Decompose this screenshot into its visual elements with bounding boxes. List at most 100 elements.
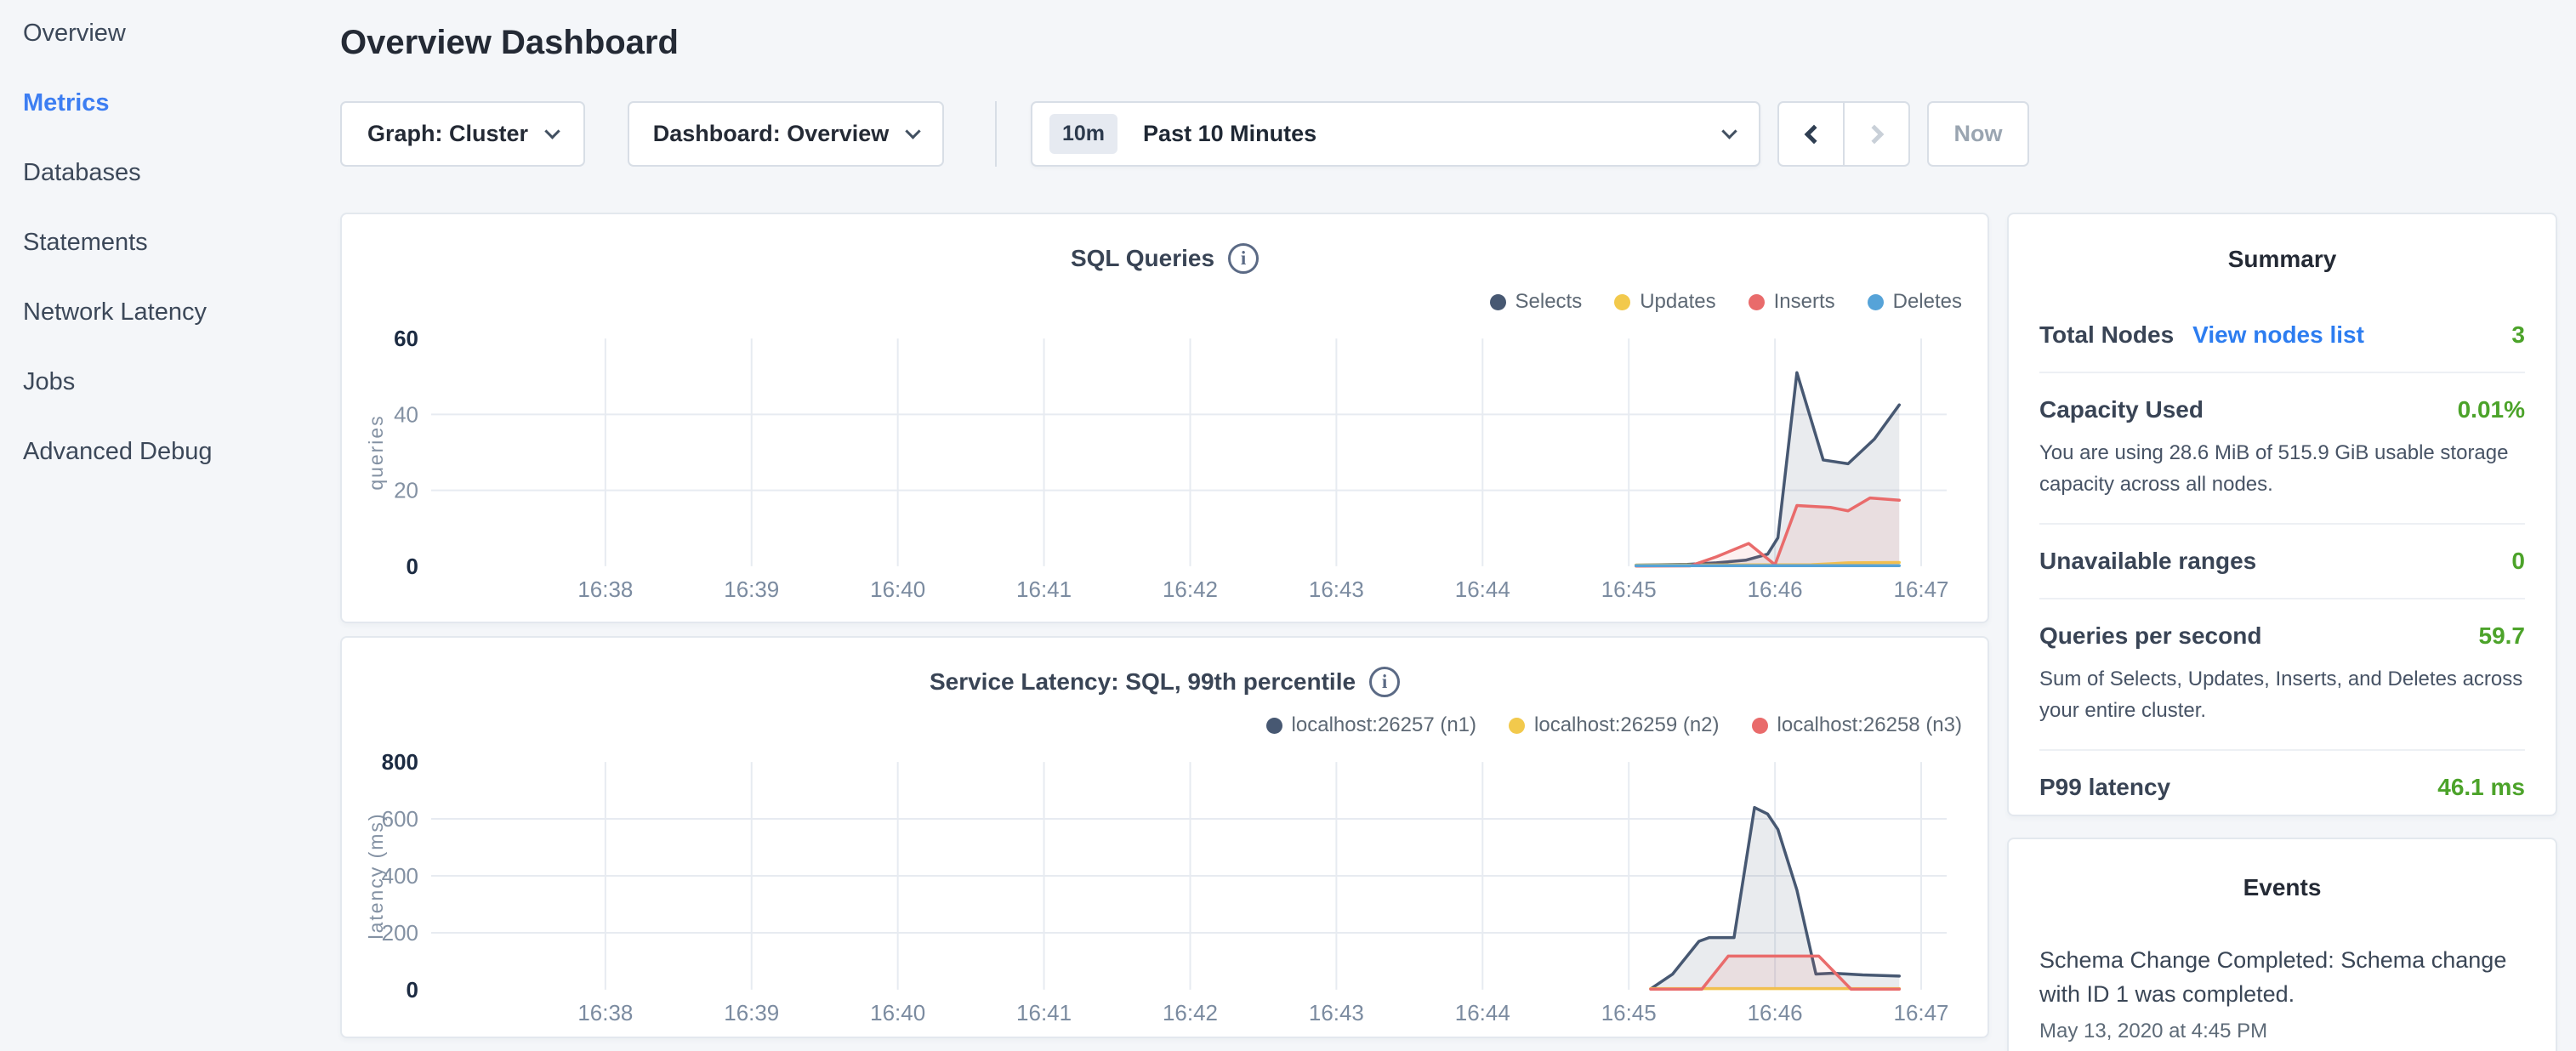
svg-text:0: 0 bbox=[407, 554, 418, 579]
svg-text:16:44: 16:44 bbox=[1455, 1000, 1510, 1025]
sidebar-item-databases[interactable]: Databases bbox=[23, 158, 340, 187]
time-step-back-button[interactable] bbox=[1779, 103, 1843, 165]
legend-dot bbox=[1749, 294, 1765, 310]
svg-text:800: 800 bbox=[382, 749, 418, 775]
svg-text:16:43: 16:43 bbox=[1309, 1000, 1364, 1025]
svg-text:16:40: 16:40 bbox=[870, 1000, 925, 1025]
graph-scope-label: Graph: Cluster bbox=[367, 121, 528, 147]
chevron-down-icon bbox=[544, 123, 560, 139]
right-column: Summary Total NodesView nodes list3 Capac… bbox=[2007, 213, 2557, 1051]
summary-label: Unavailable ranges bbox=[2039, 548, 2256, 575]
legend-item-deletes[interactable]: Deletes bbox=[1868, 290, 1962, 314]
legend-item-localhost-26259-n2-[interactable]: localhost:26259 (n2) bbox=[1509, 713, 1719, 737]
summary-divider bbox=[2039, 372, 2525, 373]
sidebar-item-metrics[interactable]: Metrics bbox=[23, 88, 340, 117]
info-icon[interactable]: i bbox=[1228, 243, 1259, 274]
events-panel: Events Schema Change Completed: Schema c… bbox=[2007, 838, 2557, 1051]
legend-label: Selects bbox=[1515, 290, 1583, 314]
legend-label: localhost:26259 (n2) bbox=[1534, 713, 1719, 737]
summary-row: Capacity Used 0.01% bbox=[2039, 396, 2525, 423]
chart-legend: Selects Updates Inserts Deletes bbox=[367, 290, 1962, 314]
sql-queries-chart-plot[interactable]: 16:3816:3916:4016:4116:4216:4316:4416:45… bbox=[367, 325, 1965, 605]
event-text: Schema Change Completed: Schema change w… bbox=[2039, 943, 2525, 1011]
summary-value: 0.01% bbox=[2458, 396, 2525, 423]
chart-title: Service Latency: SQL, 99th percentile bbox=[930, 668, 1356, 696]
event-time: May 13, 2020 at 4:45 PM bbox=[2039, 1020, 2525, 1043]
svg-text:latency (ms): latency (ms) bbox=[367, 812, 387, 939]
legend-label: localhost:26258 (n3) bbox=[1777, 713, 1962, 737]
svg-text:16:41: 16:41 bbox=[1016, 577, 1072, 602]
legend-item-localhost-26257-n1-[interactable]: localhost:26257 (n1) bbox=[1266, 713, 1476, 737]
svg-text:16:39: 16:39 bbox=[724, 1000, 779, 1025]
sidebar-item-network-latency[interactable]: Network Latency bbox=[23, 298, 340, 327]
svg-text:16:46: 16:46 bbox=[1748, 1000, 1803, 1025]
chart-title-row: SQL Queries i bbox=[367, 243, 1962, 274]
event-item: Schema Change Completed: Schema change w… bbox=[2039, 943, 2525, 1043]
svg-text:16:45: 16:45 bbox=[1601, 1000, 1657, 1025]
chevron-down-icon bbox=[1721, 123, 1737, 139]
summary-row: Queries per second 59.7 bbox=[2039, 622, 2525, 650]
now-button[interactable]: Now bbox=[1927, 101, 2029, 167]
chevron-down-icon bbox=[906, 123, 921, 139]
chart-card-1: Service Latency: SQL, 99th percentile i … bbox=[340, 636, 1989, 1038]
summary-row: P99 latency46.1 ms bbox=[2039, 774, 2525, 801]
summary-value: 59.7 bbox=[2479, 622, 2526, 650]
sidebar-nav: Overview Metrics Databases Statements Networ… bbox=[23, 19, 340, 466]
dashboard-dropdown[interactable]: Dashboard: Overview bbox=[628, 101, 944, 167]
controls-bar: Graph: Cluster Dashboard: Overview 10m P… bbox=[340, 101, 2576, 167]
sidebar-item-advanced-debug[interactable]: Advanced Debug bbox=[23, 437, 340, 466]
summary-desc: Sum of Selects, Updates, Inserts, and De… bbox=[2039, 663, 2525, 726]
summary-link[interactable]: View nodes list bbox=[2192, 321, 2364, 349]
summary-panel: Summary Total NodesView nodes list3 Capac… bbox=[2007, 213, 2557, 816]
summary-label: Capacity Used bbox=[2039, 396, 2204, 423]
events-list: Schema Change Completed: Schema change w… bbox=[2039, 943, 2525, 1043]
summary-divider bbox=[2039, 749, 2525, 751]
legend-label: localhost:26257 (n1) bbox=[1292, 713, 1476, 737]
svg-text:16:41: 16:41 bbox=[1016, 1000, 1072, 1025]
legend-item-localhost-26258-n3-[interactable]: localhost:26258 (n3) bbox=[1752, 713, 1962, 737]
time-range-dropdown[interactable]: 10m Past 10 Minutes bbox=[1031, 101, 1760, 167]
dashboard-label: Dashboard: Overview bbox=[653, 121, 890, 147]
summary-divider bbox=[2039, 523, 2525, 525]
summary-title: Summary bbox=[2039, 245, 2525, 274]
svg-text:400: 400 bbox=[382, 863, 418, 889]
legend-dot bbox=[1509, 718, 1525, 734]
legend-label: Updates bbox=[1640, 290, 1715, 314]
summary-desc: You are using 28.6 MiB of 515.9 GiB usab… bbox=[2039, 437, 2525, 500]
svg-text:16:46: 16:46 bbox=[1748, 577, 1803, 602]
graph-scope-dropdown[interactable]: Graph: Cluster bbox=[340, 101, 585, 167]
summary-row: Unavailable ranges0 bbox=[2039, 548, 2525, 575]
svg-text:16:44: 16:44 bbox=[1455, 577, 1510, 602]
sidebar-item-statements[interactable]: Statements bbox=[23, 228, 340, 257]
summary-sections: Total NodesView nodes list3 Capacity Used… bbox=[2039, 321, 2525, 801]
legend-dot bbox=[1868, 294, 1884, 310]
chart-title: SQL Queries bbox=[1071, 244, 1214, 273]
svg-text:60: 60 bbox=[394, 326, 418, 351]
legend-item-inserts[interactable]: Inserts bbox=[1749, 290, 1835, 314]
time-range-label: Past 10 Minutes bbox=[1143, 121, 1724, 147]
summary-row: Total NodesView nodes list3 bbox=[2039, 321, 2525, 349]
svg-text:16:38: 16:38 bbox=[577, 577, 633, 602]
legend-item-selects[interactable]: Selects bbox=[1490, 290, 1583, 314]
time-step-forward-button[interactable] bbox=[1843, 103, 1908, 165]
summary-value: 46.1 ms bbox=[2437, 774, 2525, 801]
chart-legend: localhost:26257 (n1) localhost:26259 (n2)… bbox=[367, 713, 1962, 737]
sidebar-item-overview[interactable]: Overview bbox=[23, 19, 340, 48]
legend-dot bbox=[1752, 718, 1768, 734]
events-title: Events bbox=[2039, 873, 2525, 902]
time-range-badge: 10m bbox=[1049, 114, 1117, 154]
legend-item-updates[interactable]: Updates bbox=[1614, 290, 1715, 314]
svg-text:16:42: 16:42 bbox=[1163, 577, 1218, 602]
svg-text:20: 20 bbox=[394, 478, 418, 503]
summary-label: Queries per second bbox=[2039, 622, 2261, 650]
svg-text:16:42: 16:42 bbox=[1163, 1000, 1218, 1025]
legend-label: Inserts bbox=[1774, 290, 1835, 314]
svg-text:16:47: 16:47 bbox=[1894, 577, 1949, 602]
summary-divider bbox=[2039, 598, 2525, 599]
service-latency-chart-plot[interactable]: 16:3816:3916:4016:4116:4216:4316:4416:45… bbox=[367, 748, 1965, 1029]
svg-text:16:40: 16:40 bbox=[870, 577, 925, 602]
info-icon[interactable]: i bbox=[1369, 667, 1400, 697]
chevron-left-icon bbox=[1804, 124, 1823, 144]
sidebar-item-jobs[interactable]: Jobs bbox=[23, 367, 340, 396]
svg-text:16:45: 16:45 bbox=[1601, 577, 1657, 602]
